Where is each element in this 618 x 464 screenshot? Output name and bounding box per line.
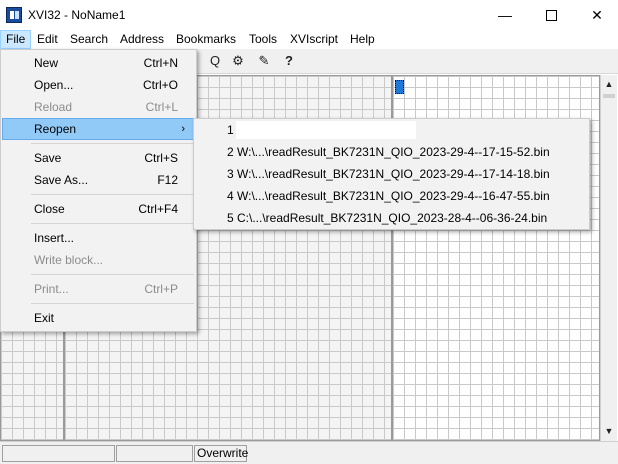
status-cell-1 [2,445,115,462]
menu-item-shortcut: F12 [157,173,178,187]
status-cell-2 [116,445,193,462]
menu-item-label: Close [34,202,65,216]
app-icon [6,7,22,23]
cursor-cell[interactable] [395,80,404,94]
menu-item-open[interactable]: Open... Ctrl+O [3,74,194,96]
close-icon: ✕ [591,7,603,23]
menu-help[interactable]: Help [345,30,380,49]
menu-item-label: New [34,56,59,70]
scroll-thumb[interactable] [603,94,615,98]
menu-separator [31,143,194,144]
minimize-button[interactable]: — [482,0,528,30]
window-title: XVI32 - NoName1 [28,8,126,22]
menu-item-reload: Reload Ctrl+L [3,96,194,118]
chevron-right-icon: › [181,123,185,135]
menu-item-label: Insert... [34,231,75,245]
menu-item-reopen[interactable]: Reopen › [2,118,196,140]
close-button[interactable]: ✕ [574,0,618,30]
menu-item-save-as[interactable]: Save As... F12 [3,169,194,191]
menu-item-shortcut: Ctrl+O [142,78,178,92]
recent-file-blank [236,121,416,139]
status-bar: Overwrite [0,441,618,464]
menu-separator [31,223,194,224]
menu-item-shortcut: Ctrl+L [145,100,178,114]
menu-item-label: Write block... [34,253,104,267]
scroll-down-icon[interactable]: ▼ [601,423,617,440]
menu-search[interactable]: Search [65,30,113,49]
recent-file-label: 4 W:\...\readResult_BK7231N_QIO_2023-29-… [227,189,550,203]
reopen-submenu: 1 2 W:\...\readResult_BK7231N_QIO_2023-2… [193,118,590,230]
menu-item-new[interactable]: New Ctrl+N [3,52,194,74]
minimize-icon: — [498,7,512,23]
help-pointer-icon[interactable]: ? [280,53,298,69]
file-menu-dropdown: New Ctrl+N Open... Ctrl+O Reload Ctrl+L … [0,49,197,332]
menu-item-label: Save [34,151,62,165]
maximize-icon [545,9,557,21]
menu-item-close[interactable]: Close Ctrl+F4 [3,198,194,220]
menu-item-write-block: Write block... [3,249,194,271]
status-mode: Overwrite [194,445,248,462]
menu-address[interactable]: Address [115,30,169,49]
properties-icon[interactable]: ⚙ [229,53,247,69]
recent-file-label: 2 W:\...\readResult_BK7231N_QIO_2023-29-… [227,145,550,159]
menu-item-shortcut: Ctrl+F4 [138,202,178,216]
script-icon[interactable]: ✎ [255,53,273,69]
recent-file-label: 3 W:\...\readResult_BK7231N_QIO_2023-29-… [227,167,550,181]
scroll-up-icon[interactable]: ▲ [601,76,617,93]
menu-item-shortcut: Ctrl+P [144,282,178,296]
recent-file-item[interactable]: 5 C:\...\readResult_BK7231N_QIO_2023-28-… [196,207,587,229]
menu-item-label: Reopen [34,122,77,136]
menu-tools[interactable]: Tools [244,30,282,49]
menu-item-label: Reload [34,100,73,114]
menu-item-print: Print... Ctrl+P [3,278,194,300]
menu-item-label: Save As... [34,173,89,187]
recent-file-item[interactable]: 3 W:\...\readResult_BK7231N_QIO_2023-29-… [196,163,587,185]
menu-separator [31,194,194,195]
title-bar: XVI32 - NoName1 — ✕ [0,0,618,30]
recent-file-label: 5 C:\...\readResult_BK7231N_QIO_2023-28-… [227,211,548,225]
menu-item-shortcut: Ctrl+N [143,56,178,70]
menu-separator [31,303,194,304]
menu-separator [31,274,194,275]
recent-file-item[interactable]: 1 [196,119,587,141]
menu-item-insert[interactable]: Insert... [3,227,194,249]
menu-item-label: Print... [34,282,69,296]
search-replace-icon[interactable]: Q [206,53,224,69]
menu-item-exit[interactable]: Exit [3,307,194,329]
recent-file-label: 1 [227,123,234,137]
recent-file-item[interactable]: 4 W:\...\readResult_BK7231N_QIO_2023-29-… [196,185,587,207]
menu-bookmarks[interactable]: Bookmarks [171,30,241,49]
menu-file[interactable]: File [0,30,32,49]
menu-edit[interactable]: Edit [32,30,63,49]
menu-item-shortcut: Ctrl+S [144,151,178,165]
menu-item-save[interactable]: Save Ctrl+S [3,147,194,169]
menu-bar: File Edit Search Address Bookmarks Tools… [0,30,618,49]
maximize-button[interactable] [528,0,574,30]
menu-item-label: Exit [34,311,55,325]
vertical-scrollbar[interactable]: ▲ ▼ [600,75,617,441]
menu-xviscript[interactable]: XVIscript [285,30,343,49]
menu-item-label: Open... [34,78,74,92]
recent-file-item[interactable]: 2 W:\...\readResult_BK7231N_QIO_2023-29-… [196,141,587,163]
